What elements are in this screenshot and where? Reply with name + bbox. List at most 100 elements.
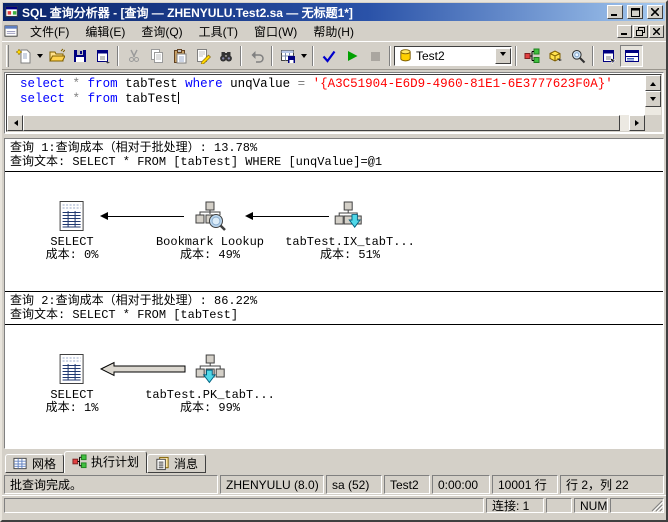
menu-file[interactable]: 文件(F) bbox=[22, 21, 77, 42]
tab-execution-plan[interactable]: 执行计划 bbox=[64, 451, 148, 473]
grid-icon bbox=[13, 457, 27, 470]
paste-button[interactable] bbox=[168, 45, 191, 67]
menu-tools[interactable]: 工具(T) bbox=[191, 21, 246, 42]
scroll-left-button[interactable] bbox=[7, 115, 23, 131]
toolbar-separator bbox=[312, 45, 314, 66]
database-combobox[interactable]: Test2 bbox=[394, 45, 512, 66]
plan-node-index-seek[interactable]: tabTest.IX_tabT... 成本: 51% bbox=[285, 200, 415, 262]
scroll-up-button[interactable] bbox=[645, 75, 661, 91]
minimize-icon bbox=[611, 14, 617, 16]
sql-editor[interactable]: select * from tabTest where unqValue = '… bbox=[7, 75, 645, 115]
execution-plan-pane: 查询 1:查询成本（相对于批处理）: 13.78% 查询文本: SELECT *… bbox=[4, 138, 664, 449]
undo-button[interactable] bbox=[245, 45, 268, 67]
database-combobox-value: Test2 bbox=[416, 48, 445, 63]
status-connections: 连接: 1 bbox=[486, 498, 544, 513]
scroll-right-button[interactable] bbox=[629, 115, 645, 131]
minimize-button[interactable] bbox=[607, 5, 623, 19]
toolbar: Test2 bbox=[2, 41, 666, 70]
save-button[interactable] bbox=[68, 45, 91, 67]
menu-help[interactable]: 帮助(H) bbox=[305, 21, 362, 42]
scrollbar-thumb[interactable] bbox=[23, 115, 620, 131]
cut-button[interactable] bbox=[122, 45, 145, 67]
menu-bar: 文件(F) 编辑(E) 查询(Q) 工具(T) 窗口(W) 帮助(H) bbox=[2, 21, 666, 41]
insert-template-icon bbox=[96, 49, 110, 63]
toolbar-grip bbox=[6, 44, 9, 67]
cancel-query-button[interactable] bbox=[363, 45, 386, 67]
object-search-icon bbox=[571, 49, 585, 63]
mdi-minimize-button[interactable] bbox=[617, 24, 632, 38]
query2-plan-canvas: SELECT 成本: 1% tabTest.PK_tabT... 成本: 99% bbox=[5, 325, 663, 448]
menu-query[interactable]: 查询(Q) bbox=[133, 21, 190, 42]
plan-node-cost: 成本: 1% bbox=[45, 401, 99, 415]
tab-messages[interactable]: 消息 bbox=[147, 454, 207, 473]
editor-vertical-scrollbar[interactable] bbox=[645, 75, 661, 115]
resize-grip-icon bbox=[651, 500, 663, 512]
execute-mode-button[interactable] bbox=[276, 45, 299, 67]
status-num-lock: NUM bbox=[574, 498, 608, 513]
tab-label: 网格 bbox=[32, 457, 57, 471]
copy-button[interactable] bbox=[145, 45, 168, 67]
new-query-dropdown[interactable] bbox=[35, 45, 45, 67]
title-bar[interactable]: SQL 查询分析器 - [查询 — ZHENYULU.Test2.sa — 无标… bbox=[3, 3, 665, 21]
close-icon bbox=[653, 27, 660, 35]
connection-properties-icon bbox=[602, 49, 617, 64]
connection-properties-button[interactable] bbox=[597, 45, 620, 67]
mdi-restore-button[interactable] bbox=[633, 24, 648, 38]
tab-grid[interactable]: 网格 bbox=[5, 454, 65, 473]
parse-query-button[interactable] bbox=[317, 45, 340, 67]
object-browser-button[interactable] bbox=[543, 45, 566, 67]
plan-node-select[interactable]: SELECT 成本: 1% bbox=[45, 353, 99, 415]
show-results-pane-button[interactable] bbox=[620, 44, 643, 67]
plan-node-bookmark-lookup[interactable]: Bookmark Lookup 成本: 49% bbox=[156, 200, 264, 262]
object-browser-icon bbox=[549, 49, 562, 62]
mdi-child-icon bbox=[4, 24, 18, 37]
execute-query-button[interactable] bbox=[340, 45, 363, 67]
toolbar-separator bbox=[389, 45, 391, 66]
maximize-icon bbox=[630, 7, 640, 17]
index-seek-icon bbox=[334, 201, 362, 228]
minimize-icon bbox=[621, 32, 627, 35]
mdi-close-button[interactable] bbox=[649, 24, 664, 38]
execution-plan-button[interactable] bbox=[520, 45, 543, 67]
open-file-icon bbox=[48, 48, 65, 61]
query-editor-pane: select * from tabTest where unqValue = '… bbox=[4, 72, 664, 134]
maximize-button[interactable] bbox=[627, 5, 643, 19]
status-user: sa (52) bbox=[326, 475, 382, 494]
query-status-bar: 批查询完成。 ZHENYULU (8.0) sa (52) Test2 0:00… bbox=[2, 473, 666, 495]
status-empty-panel bbox=[546, 498, 572, 513]
paste-icon bbox=[173, 48, 186, 63]
select-node-icon bbox=[60, 201, 84, 231]
plan-node-cost: 成本: 51% bbox=[319, 248, 380, 262]
execution-plan-icon bbox=[524, 48, 539, 63]
menu-edit[interactable]: 编辑(E) bbox=[77, 21, 133, 42]
app-status-message bbox=[4, 498, 484, 513]
execute-mode-dropdown[interactable] bbox=[299, 45, 309, 67]
bookmark-lookup-icon bbox=[195, 201, 226, 231]
tab-label: 消息 bbox=[174, 457, 199, 471]
clustered-index-scan-icon bbox=[195, 354, 225, 384]
database-combobox-dropdown[interactable] bbox=[495, 47, 511, 64]
status-exec-time: 0:00:00 bbox=[432, 475, 490, 494]
plan-node-clustered-index-scan[interactable]: tabTest.PK_tabT... 成本: 99% bbox=[145, 353, 275, 415]
menu-window[interactable]: 窗口(W) bbox=[246, 21, 305, 42]
insert-template-button[interactable] bbox=[91, 45, 114, 67]
text-cursor bbox=[177, 92, 180, 104]
plan-node-select[interactable]: SELECT 成本: 0% bbox=[46, 200, 98, 262]
sql-line-2: select * from tabTest bbox=[20, 92, 180, 106]
status-resize-panel bbox=[610, 498, 664, 513]
object-search-button[interactable] bbox=[566, 45, 589, 67]
find-button[interactable] bbox=[214, 45, 237, 67]
new-query-button[interactable] bbox=[12, 45, 35, 67]
open-file-button[interactable] bbox=[45, 45, 68, 67]
sql-line-1: select * from tabTest where unqValue = '… bbox=[20, 77, 613, 91]
close-button[interactable] bbox=[647, 5, 663, 19]
arrow-left-icon bbox=[11, 120, 18, 126]
toolbar-separator bbox=[117, 45, 119, 66]
scroll-down-button[interactable] bbox=[645, 91, 661, 107]
copy-icon bbox=[150, 48, 163, 63]
save-icon bbox=[73, 49, 86, 62]
chevron-down-icon bbox=[500, 52, 506, 59]
clear-window-button[interactable] bbox=[191, 45, 214, 67]
editor-horizontal-scrollbar[interactable] bbox=[7, 115, 645, 131]
query-editor-inner: select * from tabTest where unqValue = '… bbox=[6, 74, 662, 132]
